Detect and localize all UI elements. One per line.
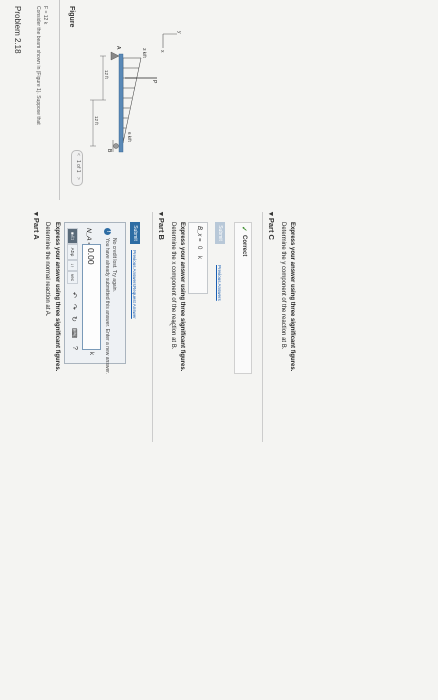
part-b-prompt: Determine the x component of the reactio… bbox=[170, 222, 176, 350]
intro-force: F = 12 k bbox=[42, 6, 48, 25]
part-b-header[interactable]: ▾ Part B bbox=[157, 212, 166, 240]
submit-button-a[interactable]: Submit bbox=[130, 222, 140, 244]
help-icon[interactable]: ? bbox=[71, 346, 78, 350]
part-a-header[interactable]: ▾ Part A bbox=[32, 212, 41, 240]
undo-icon[interactable]: ↶ bbox=[70, 292, 78, 298]
symbols-button[interactable]: AΣφ bbox=[67, 244, 78, 260]
feedback-note: No credit lost. Try again. bbox=[111, 238, 117, 292]
vec-button[interactable]: vec bbox=[67, 271, 78, 284]
beam bbox=[118, 53, 124, 153]
divider bbox=[262, 212, 263, 442]
divider bbox=[152, 212, 153, 442]
math-toolbar: ■√□ AΣφ ↓↑ vec ↶ ↷ ↻ ⌨ ? bbox=[67, 228, 78, 356]
previous-answers-link-a[interactable]: Previous Answers bbox=[132, 250, 137, 286]
beam-diagram: y x 3 k/ft 6 k/ft P A B 12 ft 12 ft bbox=[90, 31, 182, 153]
part-a-prompt: Determine the normal reaction at A. bbox=[44, 222, 50, 317]
load-b-label: 6 k/ft bbox=[127, 132, 132, 143]
check-icon: ✓ bbox=[240, 226, 247, 232]
intro-text: Consider the beam shown in (Figure 1). S… bbox=[35, 6, 41, 125]
answer-value-a: 0.00 bbox=[86, 248, 96, 265]
answer-input-a[interactable]: 0.00 bbox=[82, 244, 101, 350]
figure-label: Figure bbox=[68, 6, 75, 28]
keyboard-icon[interactable]: ⌨ bbox=[70, 328, 78, 338]
load-a-label: 3 k/ft bbox=[142, 48, 147, 59]
pin-support-a bbox=[110, 51, 120, 61]
force-p-label: P bbox=[151, 80, 157, 84]
reset-icon[interactable]: ↻ bbox=[70, 316, 78, 322]
support-b-label: B bbox=[106, 149, 112, 153]
redo-icon[interactable]: ↷ bbox=[70, 304, 78, 310]
axis-y-label: y bbox=[176, 31, 182, 34]
divider bbox=[59, 0, 60, 200]
answer-unit-b: k bbox=[196, 256, 202, 259]
previous-answers-link-b[interactable]: Previous Answers bbox=[217, 265, 222, 301]
submit-button-b: Submit bbox=[215, 222, 225, 244]
cursor-icon: ↖ bbox=[167, 320, 176, 327]
answer-value-b: 0 bbox=[196, 246, 202, 250]
support-a-label: A bbox=[115, 46, 121, 50]
answer-variable-b: B_x = bbox=[196, 226, 202, 242]
roller-support-b bbox=[112, 140, 119, 152]
request-answer-link[interactable]: Request Answer bbox=[132, 286, 137, 319]
part-c-instruction: Express your answer using three signific… bbox=[289, 222, 295, 372]
info-icon: ! bbox=[104, 228, 111, 235]
distributed-load bbox=[122, 57, 142, 144]
dimension-1-label: 12 ft bbox=[104, 70, 109, 80]
coordinate-axes bbox=[162, 33, 177, 48]
arrows-button[interactable]: ↓↑ bbox=[67, 260, 78, 271]
answer-unit-a: k bbox=[88, 352, 94, 355]
correct-status: Correct bbox=[241, 235, 247, 257]
page-stage: Problem 2.18 Consider the beam shown in … bbox=[0, 0, 438, 700]
part-c-prompt: Determine the y component of the reactio… bbox=[280, 222, 286, 350]
dimension-2-label: 12 ft bbox=[94, 116, 99, 126]
problem-title: Problem 2.18 bbox=[13, 6, 22, 54]
templates-button[interactable]: ■√□ bbox=[67, 228, 78, 244]
part-c-header[interactable]: ▾ Part C bbox=[267, 212, 276, 240]
axis-x-label: x bbox=[159, 50, 165, 53]
part-a-instruction: Express your answer using three signific… bbox=[54, 222, 60, 372]
feedback-message: You have already submitted this answer. … bbox=[104, 238, 110, 375]
part-b-instruction: Express your answer using three signific… bbox=[179, 222, 185, 372]
